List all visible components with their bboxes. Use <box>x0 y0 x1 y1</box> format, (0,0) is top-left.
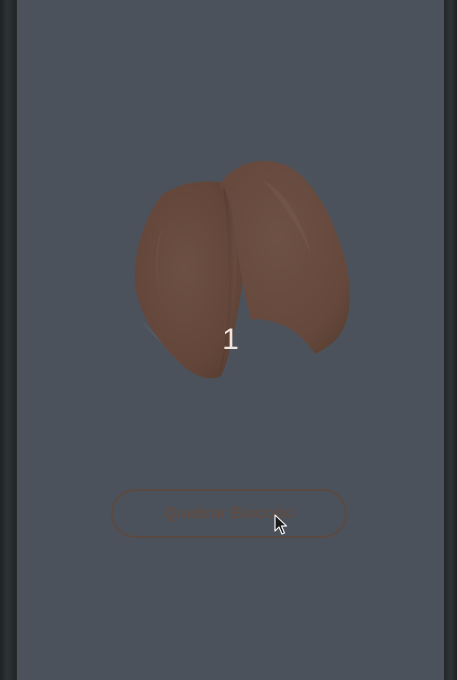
device-frame: 1 Quebrar Biscoito <box>0 0 457 680</box>
click-counter: 1 <box>222 323 239 356</box>
break-cookie-button[interactable]: Quebrar Biscoito <box>111 489 347 538</box>
mouse-pointer-icon <box>274 514 288 535</box>
device-bezel-right <box>443 0 457 680</box>
app-screen: 1 Quebrar Biscoito <box>17 0 444 680</box>
device-bezel-left <box>0 0 16 680</box>
